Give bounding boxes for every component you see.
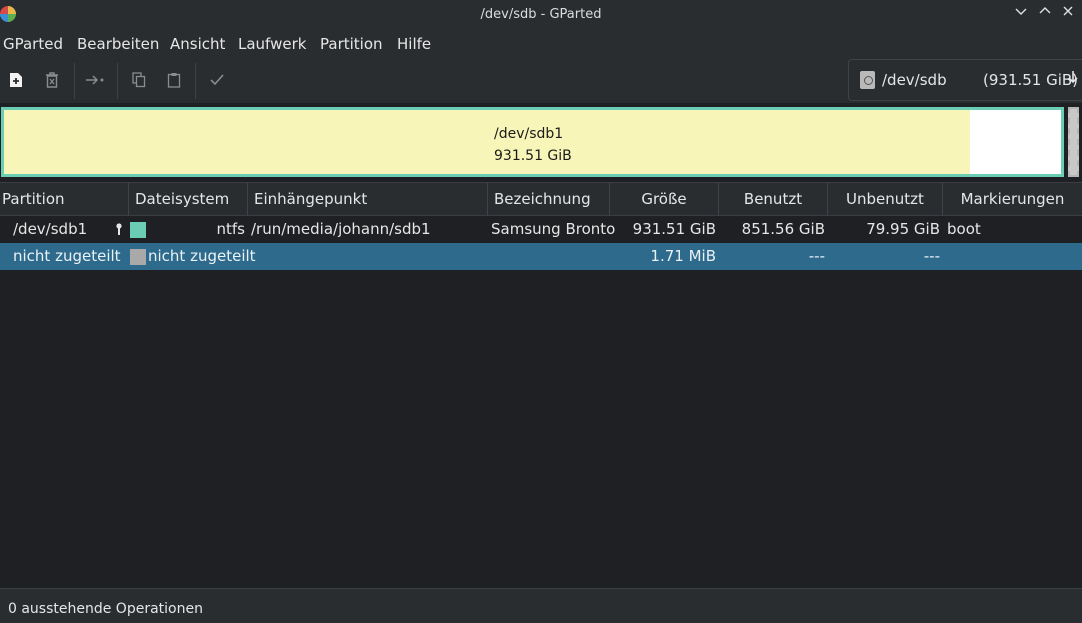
column-header-partition[interactable]: Partition [0, 183, 129, 216]
arrow-right-icon [86, 75, 104, 85]
cell-unused: 79.95 GiB [866, 220, 940, 238]
hard-disk-icon [860, 71, 875, 89]
delete-partition-button[interactable] [41, 69, 63, 91]
partition-block-sdb1[interactable]: /dev/sdb1 931.51 GiB [1, 107, 1064, 177]
column-header-filesystem[interactable]: Dateisystem [129, 183, 248, 216]
cell-flags: boot [947, 220, 981, 238]
toolbar-separator [117, 63, 118, 99]
column-header-unused[interactable]: Unbenutzt [828, 183, 943, 216]
column-header-flags[interactable]: Markierungen [943, 183, 1082, 216]
cell-filesystem: nicht zugeteilt [148, 247, 256, 265]
toolbar-separator [74, 63, 75, 99]
table-row-selected[interactable]: nicht zugeteilt nicht zugeteilt 1.71 MiB… [0, 243, 1082, 270]
menu-partition[interactable]: Partition [320, 35, 383, 53]
chevron-up-icon[interactable] [1036, 5, 1054, 23]
menu-ansicht[interactable]: Ansicht [170, 35, 225, 53]
menu-laufwerk[interactable]: Laufwerk [238, 35, 306, 53]
column-header-label[interactable]: Bezeichnung [488, 183, 610, 216]
unallocated-block[interactable] [1068, 107, 1079, 177]
status-bar: 0 ausstehende Operationen [0, 588, 1082, 623]
mounted-key-icon [116, 223, 122, 235]
toolbar: /dev/sdb (931.51 GiB) [0, 59, 1082, 103]
title-bar: /dev/sdb - GParted [0, 0, 1082, 29]
filesystem-color-swatch [130, 249, 146, 265]
close-icon[interactable] [1059, 5, 1077, 23]
partition-unused-space [970, 110, 1061, 174]
partition-block-name: /dev/sdb1 [494, 126, 564, 142]
table-header: Partition Dateisystem Einhängepunkt Beze… [0, 182, 1082, 216]
cell-size: 931.51 GiB [632, 220, 716, 238]
partition-table: Partition Dateisystem Einhängepunkt Beze… [0, 182, 1082, 588]
disk-map: /dev/sdb1 931.51 GiB [0, 103, 1082, 182]
new-document-icon [10, 73, 22, 87]
table-row[interactable]: /dev/sdb1 ntfs /run/media/johann/sdb1 Sa… [0, 216, 1082, 243]
cell-used: --- [808, 247, 825, 265]
menu-hilfe[interactable]: Hilfe [397, 35, 431, 53]
column-header-mountpoint[interactable]: Einhängepunkt [248, 183, 488, 216]
paste-button[interactable] [163, 69, 185, 91]
apply-button[interactable] [206, 69, 228, 91]
copy-button[interactable] [128, 69, 150, 91]
window-title: /dev/sdb - GParted [480, 7, 602, 22]
device-name: /dev/sdb [882, 71, 947, 89]
cell-size: 1.71 MiB [650, 247, 716, 265]
menu-bearbeiten[interactable]: Bearbeiten [77, 35, 159, 53]
cell-partition: /dev/sdb1 [13, 220, 88, 238]
device-size: (931.51 GiB) [983, 71, 1079, 89]
cell-partition: nicht zugeteilt [13, 247, 121, 265]
checkmark-icon [210, 74, 224, 86]
cell-label: Samsung Bronto [491, 220, 616, 238]
filesystem-color-swatch [130, 222, 146, 238]
menu-bar: GParted Bearbeiten Ansicht Laufwerk Part… [0, 29, 1082, 59]
chevron-down-icon[interactable] [1012, 5, 1030, 23]
column-header-size[interactable]: Größe [610, 183, 719, 216]
column-header-used[interactable]: Benutzt [719, 183, 828, 216]
copy-icon [132, 72, 146, 88]
resize-move-button[interactable] [84, 69, 106, 91]
menu-gparted[interactable]: GParted [3, 35, 63, 53]
partition-block-size: 931.51 GiB [494, 148, 572, 164]
cell-used: 851.56 GiB [741, 220, 825, 238]
clipboard-icon [167, 73, 181, 88]
toolbar-separator [195, 63, 196, 99]
cell-filesystem: ntfs [216, 220, 245, 238]
cell-unused: --- [923, 247, 940, 265]
arrow-down-icon [1067, 69, 1079, 89]
pending-operations-status: 0 ausstehende Operationen [8, 601, 203, 617]
trash-icon [46, 72, 58, 88]
cell-mountpoint: /run/media/johann/sdb1 [251, 220, 431, 238]
new-partition-button[interactable] [5, 69, 27, 91]
device-selector[interactable]: /dev/sdb (931.51 GiB) [848, 59, 1082, 101]
